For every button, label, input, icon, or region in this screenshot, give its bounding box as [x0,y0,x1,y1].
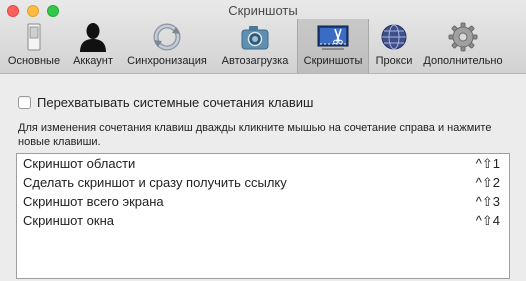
tab-account-label: Аккаунт [73,55,113,67]
tab-screenshots[interactable]: Скриншоты [297,19,369,73]
user-silhouette-icon [80,23,106,52]
shortcut-keys[interactable]: ^⇧2 [476,175,500,191]
screenshot-scissors-icon [317,25,349,50]
shortcut-name: Скриншот области [23,156,136,171]
tab-general-label: Основные [7,55,61,67]
tab-sync[interactable]: Синхронизация [121,19,213,73]
globe-icon [381,24,407,50]
shortcut-row[interactable]: Сделать скриншот и сразу получить ссылку… [17,173,509,192]
camera-icon [241,26,269,50]
preferences-window: Скриншоты Основные Аккаунт Синхронизация… [0,0,526,281]
tab-proxy-label: Прокси [375,55,413,67]
intercept-shortcuts-option[interactable]: Перехватывать системные сочетания клавиш [18,95,313,110]
shortcut-edit-hint: Для изменения сочетания клавиш дважды кл… [18,122,492,148]
shortcut-row[interactable]: Скриншот всего экрана ^⇧3 [17,192,509,211]
intercept-shortcuts-label[interactable]: Перехватывать системные сочетания клавиш [37,95,313,110]
tab-general[interactable]: Основные [3,19,65,73]
shortcut-name: Скриншот всего экрана [23,194,164,209]
tab-proxy[interactable]: Прокси [371,19,417,73]
tab-screenshots-label: Скриншоты [303,55,363,67]
shortcut-row[interactable]: Скриншот окна ^⇧4 [17,211,509,230]
intercept-shortcuts-checkbox[interactable] [18,96,31,109]
shortcut-row[interactable]: Скриншот области ^⇧1 [17,154,509,173]
preferences-toolbar: Основные Аккаунт Синхронизация Автозагру… [0,19,526,74]
tab-account[interactable]: Аккаунт [67,19,119,73]
gear-icon [448,22,478,52]
screenshots-pane: Перехватывать системные сочетания клавиш… [0,75,526,281]
shortcut-keys[interactable]: ^⇧3 [476,194,500,210]
window-title: Скриншоты [228,3,298,18]
sync-arrows-icon [153,23,181,51]
tab-advanced[interactable]: Дополнительно [419,19,507,73]
shortcut-keys[interactable]: ^⇧4 [476,213,500,229]
tab-sync-label: Синхронизация [127,55,207,67]
tab-autoupload[interactable]: Автозагрузка [215,19,295,73]
tab-advanced-label: Дополнительно [423,55,503,67]
switch-icon [27,23,41,51]
title-bar: Скриншоты Основные Аккаунт Синхронизация… [0,0,526,74]
shortcut-keys[interactable]: ^⇧1 [476,156,500,172]
shortcut-name: Сделать скриншот и сразу получить ссылку [23,175,287,190]
shortcut-name: Скриншот окна [23,213,115,228]
shortcut-list[interactable]: Скриншот области ^⇧1 Сделать скриншот и … [16,153,510,279]
tab-autoupload-label: Автозагрузка [221,55,289,67]
